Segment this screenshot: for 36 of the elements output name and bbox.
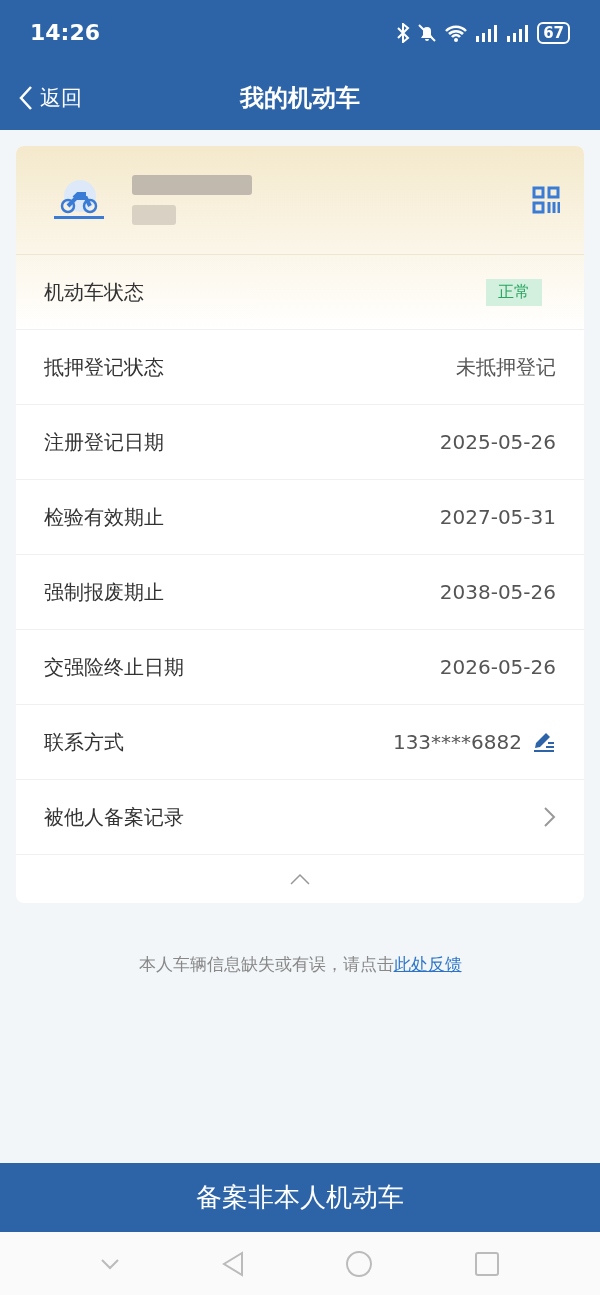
collapse-icon[interactable] — [289, 873, 311, 885]
back-button[interactable]: 返回 — [18, 83, 82, 112]
row-value: 未抵押登记 — [456, 353, 556, 381]
row-value: 2038-05-26 — [439, 580, 556, 604]
qr-code-icon[interactable] — [532, 186, 560, 214]
chevron-left-icon — [18, 84, 34, 111]
status-time: 14:26 — [30, 20, 101, 45]
row-label: 强制报废期止 — [44, 578, 164, 606]
signal-icon — [506, 23, 531, 42]
back-icon[interactable] — [220, 1250, 245, 1277]
row-label: 被他人备案记录 — [44, 803, 184, 831]
status-badge: 正常 — [486, 278, 542, 306]
register-vehicle-button[interactable]: 备案非本人机动车 — [0, 1163, 600, 1232]
signal-icon — [475, 23, 500, 42]
row-label: 注册登记日期 — [44, 428, 164, 456]
row-value: 2027-05-31 — [439, 505, 556, 529]
recents-icon[interactable] — [473, 1250, 500, 1277]
row-label: 交强险终止日期 — [44, 653, 184, 681]
feedback-link[interactable]: 此处反馈 — [393, 954, 462, 974]
row-label: 检验有效期止 — [44, 503, 164, 531]
row-value: 133****6882 — [392, 730, 522, 754]
row-value: 2025-05-26 — [439, 430, 556, 454]
row-label: 抵押登记状态 — [44, 353, 164, 381]
row-label: 联系方式 — [44, 728, 124, 756]
chevron-right-icon — [542, 806, 556, 828]
battery-level: 67 — [537, 21, 570, 44]
bluetooth-icon — [396, 22, 411, 43]
page-title: 我的机动车 — [240, 83, 360, 112]
chevron-down-icon[interactable] — [100, 1257, 121, 1270]
edit-icon[interactable] — [532, 731, 556, 753]
home-icon[interactable] — [345, 1249, 374, 1278]
row-value: 2026-05-26 — [439, 655, 556, 679]
feedback-text: 本人车辆信息缺失或有误，请点击此处反馈 — [137, 953, 463, 976]
muted-bell-icon — [417, 22, 438, 43]
row-label: 机动车状态 — [44, 278, 144, 306]
blurred-subtitle — [132, 205, 176, 225]
